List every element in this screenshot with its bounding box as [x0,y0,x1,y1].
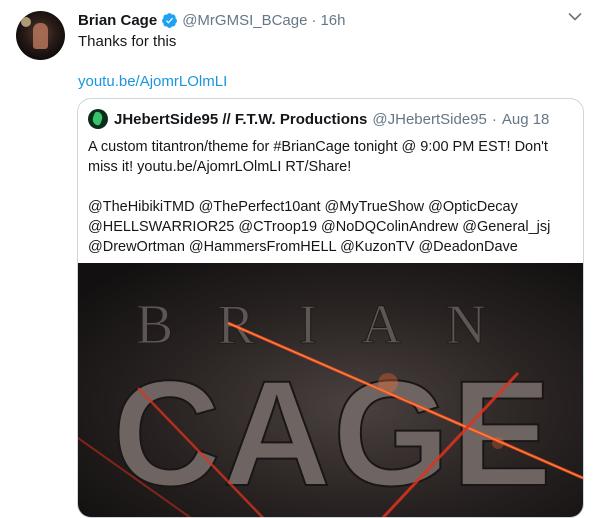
author-avatar[interactable] [16,11,65,60]
quoted-header: JHebertSide95 // F.T.W. Productions @JHe… [88,109,549,129]
chevron-down-icon[interactable] [568,12,582,22]
quoted-mentions-line: @TheHibikiTMD @ThePerfect10ant @MyTrueSh… [88,199,518,215]
quoted-separator: · [491,110,497,128]
author-handle[interactable]: @MrGMSI_BCage [182,12,307,29]
quoted-author-handle[interactable]: @JHebertSide95 [372,111,486,128]
tweet-link[interactable]: youtu.be/AjomrLOlmLI [78,72,227,92]
quoted-text-line: A custom titantron/theme for #BrianCage … [88,139,548,155]
tweet-text: Thanks for this [78,33,177,50]
quoted-author-name[interactable]: JHebertSide95 // F.T.W. Productions [114,111,367,128]
ember-glow [492,437,504,449]
ember-glow [378,373,398,393]
titantron-graphic: BRIAN CAGE [78,294,583,517]
header-separator: · [311,11,317,29]
avatar-figure [33,23,48,49]
tweet-time[interactable]: 16h [320,12,345,29]
quoted-mentions-line: @DrewOrtman @HammersFromHELL @KuzonTV @D… [88,239,518,255]
verified-badge-icon [162,12,178,28]
author-name[interactable]: Brian Cage [78,12,157,29]
media-title-cage: CAGE [112,349,553,517]
media-title-brian: BRIAN [136,294,530,356]
quoted-tweet[interactable]: JHebertSide95 // F.T.W. Productions @JHe… [77,98,584,518]
tweet-header: Brian Cage @MrGMSI_BCage · 16h [78,9,346,31]
quoted-text: A custom titantron/theme for #BrianCage … [88,137,578,257]
quoted-date[interactable]: Aug 18 [502,111,550,128]
quoted-media-image[interactable]: BRIAN CAGE [78,263,583,517]
avatar-light [21,17,31,27]
quoted-text-line: miss it! youtu.be/AjomrLOlmLI RT/Share! [88,159,352,175]
quoted-avatar[interactable] [88,109,108,129]
quoted-mentions-line: @HELLSWARRIOR25 @CTroop19 @NoDQColinAndr… [88,219,551,235]
